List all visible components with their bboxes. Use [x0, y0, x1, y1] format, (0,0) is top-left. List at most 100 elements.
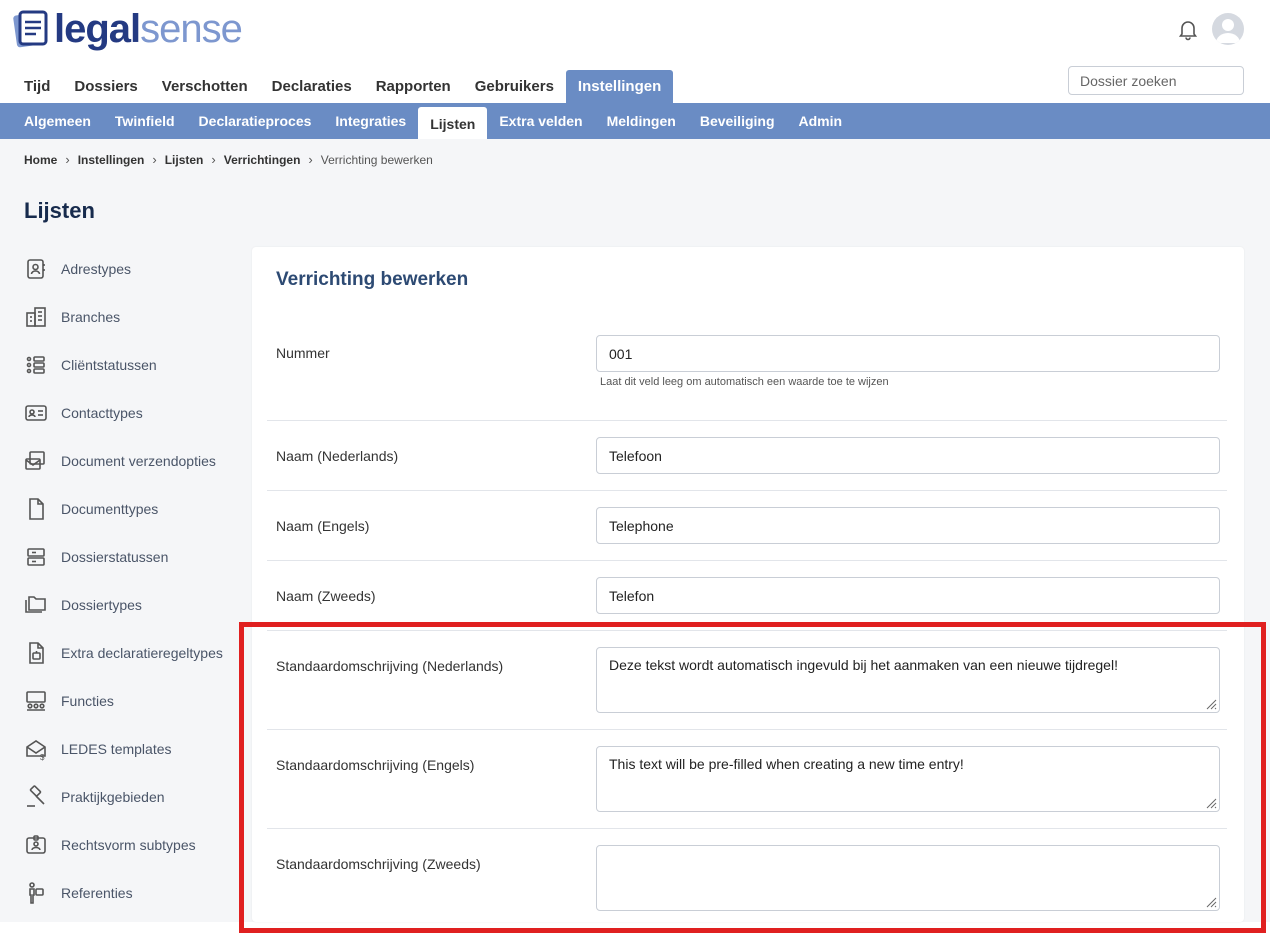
sidebar-item-document-verzendopties[interactable]: Document verzendopties: [20, 437, 245, 485]
sidebar-item-praktijkgebieden[interactable]: Praktijkgebieden: [20, 773, 245, 821]
sidebar-item-label: Dossiertypes: [61, 597, 142, 613]
resize-grip-icon[interactable]: [1205, 797, 1217, 809]
top-bar: legalsense Tijd Dossiers Verschotten Dec…: [0, 0, 1270, 103]
desc-sv-textarea[interactable]: [596, 845, 1220, 911]
sidebar-item-label: Dossierstatussen: [61, 549, 169, 565]
desc-en-label: Standaardomschrijving (Engels): [276, 757, 475, 773]
logo-icon: [13, 10, 48, 48]
document-send-icon: [25, 451, 45, 470]
naam-sv-label: Naam (Zweeds): [276, 588, 376, 604]
sidebar-item-adrestypes[interactable]: Adrestypes: [20, 245, 245, 293]
sub-nav-integraties[interactable]: Integraties: [323, 103, 418, 139]
resize-grip-icon[interactable]: [1205, 896, 1217, 908]
people-group-icon: [26, 691, 46, 711]
sub-nav-lijsten[interactable]: Lijsten: [418, 107, 488, 139]
sidebar-item-dossiertypes[interactable]: Dossiertypes: [20, 581, 245, 629]
main-nav-instellingen[interactable]: Instellingen: [565, 70, 674, 103]
sub-nav-beveiliging[interactable]: Beveiliging: [688, 103, 787, 139]
chevron-right-icon: ›: [152, 152, 157, 167]
person-referral-icon: [29, 882, 44, 904]
sub-nav-admin[interactable]: Admin: [787, 103, 855, 139]
bell-icon[interactable]: [1176, 17, 1200, 41]
sidebar-item-label: Referenties: [61, 885, 133, 901]
main-nav-rapporten[interactable]: Rapporten: [364, 70, 463, 103]
chevron-right-icon: ›: [211, 152, 216, 167]
form-title: Verrichting bewerken: [276, 269, 469, 290]
breadcrumb-lijsten[interactable]: Lijsten: [165, 153, 204, 167]
main-nav-verschotten[interactable]: Verschotten: [150, 70, 260, 103]
app-logo[interactable]: legalsense: [12, 7, 243, 51]
desc-nl-label: Standaardomschrijving (Nederlands): [276, 658, 504, 674]
sidebar-item-label: Branches: [61, 309, 121, 325]
edit-form-card: Verrichting bewerken Nummer Laat dit vel…: [252, 247, 1244, 922]
dossier-search-input[interactable]: [1068, 66, 1244, 95]
contact-card-icon: [25, 405, 47, 421]
form-row-desc-sv: Standaardomschrijving (Zweeds): [267, 829, 1227, 922]
logo-legal-text: legal: [54, 7, 141, 51]
gavel-icon: [27, 785, 45, 807]
user-avatar-icon[interactable]: [1212, 13, 1244, 45]
address-book-icon: [27, 259, 45, 279]
status-list-icon: [26, 356, 45, 374]
breadcrumb-current: Verrichting bewerken: [320, 152, 433, 167]
id-badge-icon: [26, 835, 46, 854]
folders-icon: [25, 596, 46, 613]
sidebar-item-label: Praktijkgebieden: [61, 789, 165, 805]
sub-nav-algemeen[interactable]: Algemeen: [12, 103, 103, 139]
sidebar-item-referenties[interactable]: Referenties: [20, 869, 245, 917]
sidebar-item-ledes-templates[interactable]: $ LEDES templates: [20, 725, 245, 773]
sub-nav-declaratieproces[interactable]: Declaratieproces: [187, 103, 324, 139]
sidebar-item-label: Cliëntstatussen: [61, 357, 157, 373]
form-row-naam-nl: Naam (Nederlands): [267, 421, 1227, 491]
form-row-nummer: Nummer Laat dit veld leeg om automatisch…: [267, 325, 1227, 421]
invoice-extra-icon: [29, 642, 44, 664]
lists-sidebar: Adrestypes Branches Cliëntstatussen Cont…: [20, 245, 245, 917]
breadcrumb-verrichtingen[interactable]: Verrichtingen: [224, 153, 301, 167]
desc-nl-textarea[interactable]: Deze tekst wordt automatisch ingevuld bi…: [596, 647, 1220, 713]
settings-sub-nav: Algemeen Twinfield Declaratieproces Inte…: [0, 103, 1270, 139]
naam-en-input[interactable]: [596, 507, 1220, 544]
logo-wordmark: legalsense: [54, 7, 243, 51]
dossier-status-icon: [27, 548, 45, 566]
naam-nl-input[interactable]: [596, 437, 1220, 474]
sub-nav-meldingen[interactable]: Meldingen: [595, 103, 688, 139]
page-title: Lijsten: [24, 198, 95, 223]
sidebar-item-dossierstatussen[interactable]: Dossierstatussen: [20, 533, 245, 581]
sidebar-item-clientstatussen[interactable]: Cliëntstatussen: [20, 341, 245, 389]
naam-nl-label: Naam (Nederlands): [276, 448, 399, 464]
main-nav-declaraties[interactable]: Declaraties: [260, 70, 364, 103]
desc-sv-label: Standaardomschrijving (Zweeds): [276, 856, 481, 872]
envelope-dollar-icon: $: [26, 740, 46, 761]
desc-en-textarea[interactable]: This text will be pre-filled when creati…: [596, 746, 1220, 812]
sidebar-item-label: Document verzendopties: [61, 453, 216, 469]
sidebar-item-branches[interactable]: Branches: [20, 293, 245, 341]
breadcrumb-instellingen[interactable]: Instellingen: [78, 153, 145, 167]
sidebar-item-label: Documenttypes: [61, 501, 159, 517]
svg-text:$: $: [40, 753, 45, 761]
main-nav-dossiers[interactable]: Dossiers: [62, 70, 149, 103]
naam-sv-input[interactable]: [596, 577, 1220, 614]
buildings-icon: [26, 307, 46, 327]
sidebar-item-label: Extra declaratieregeltypes: [61, 645, 223, 661]
sidebar-item-label: Functies: [61, 693, 114, 709]
nummer-input[interactable]: [596, 335, 1220, 372]
form-row-desc-nl: Standaardomschrijving (Nederlands) Deze …: [267, 631, 1227, 730]
chevron-right-icon: ›: [65, 152, 70, 167]
sidebar-item-rechtsvorm-subtypes[interactable]: Rechtsvorm subtypes: [20, 821, 245, 869]
sidebar-item-extra-declaratieregeltypes[interactable]: Extra declaratieregeltypes: [20, 629, 245, 677]
form-row-desc-en: Standaardomschrijving (Engels) This text…: [267, 730, 1227, 829]
form-row-naam-sv: Naam (Zweeds): [267, 561, 1227, 631]
main-nav-gebruikers[interactable]: Gebruikers: [463, 70, 566, 103]
sidebar-item-documenttypes[interactable]: Documenttypes: [20, 485, 245, 533]
breadcrumb-home[interactable]: Home: [24, 153, 57, 167]
main-nav-tijd[interactable]: Tijd: [12, 70, 62, 103]
sidebar-item-functies[interactable]: Functies: [20, 677, 245, 725]
chevron-right-icon: ›: [308, 152, 313, 167]
sidebar-item-label: LEDES templates: [61, 741, 172, 757]
sidebar-item-label: Adrestypes: [61, 261, 132, 277]
sidebar-item-contacttypes[interactable]: Contacttypes: [20, 389, 245, 437]
form-row-naam-en: Naam (Engels): [267, 491, 1227, 561]
sub-nav-extra-velden[interactable]: Extra velden: [487, 103, 594, 139]
sub-nav-twinfield[interactable]: Twinfield: [103, 103, 187, 139]
resize-grip-icon[interactable]: [1205, 698, 1217, 710]
